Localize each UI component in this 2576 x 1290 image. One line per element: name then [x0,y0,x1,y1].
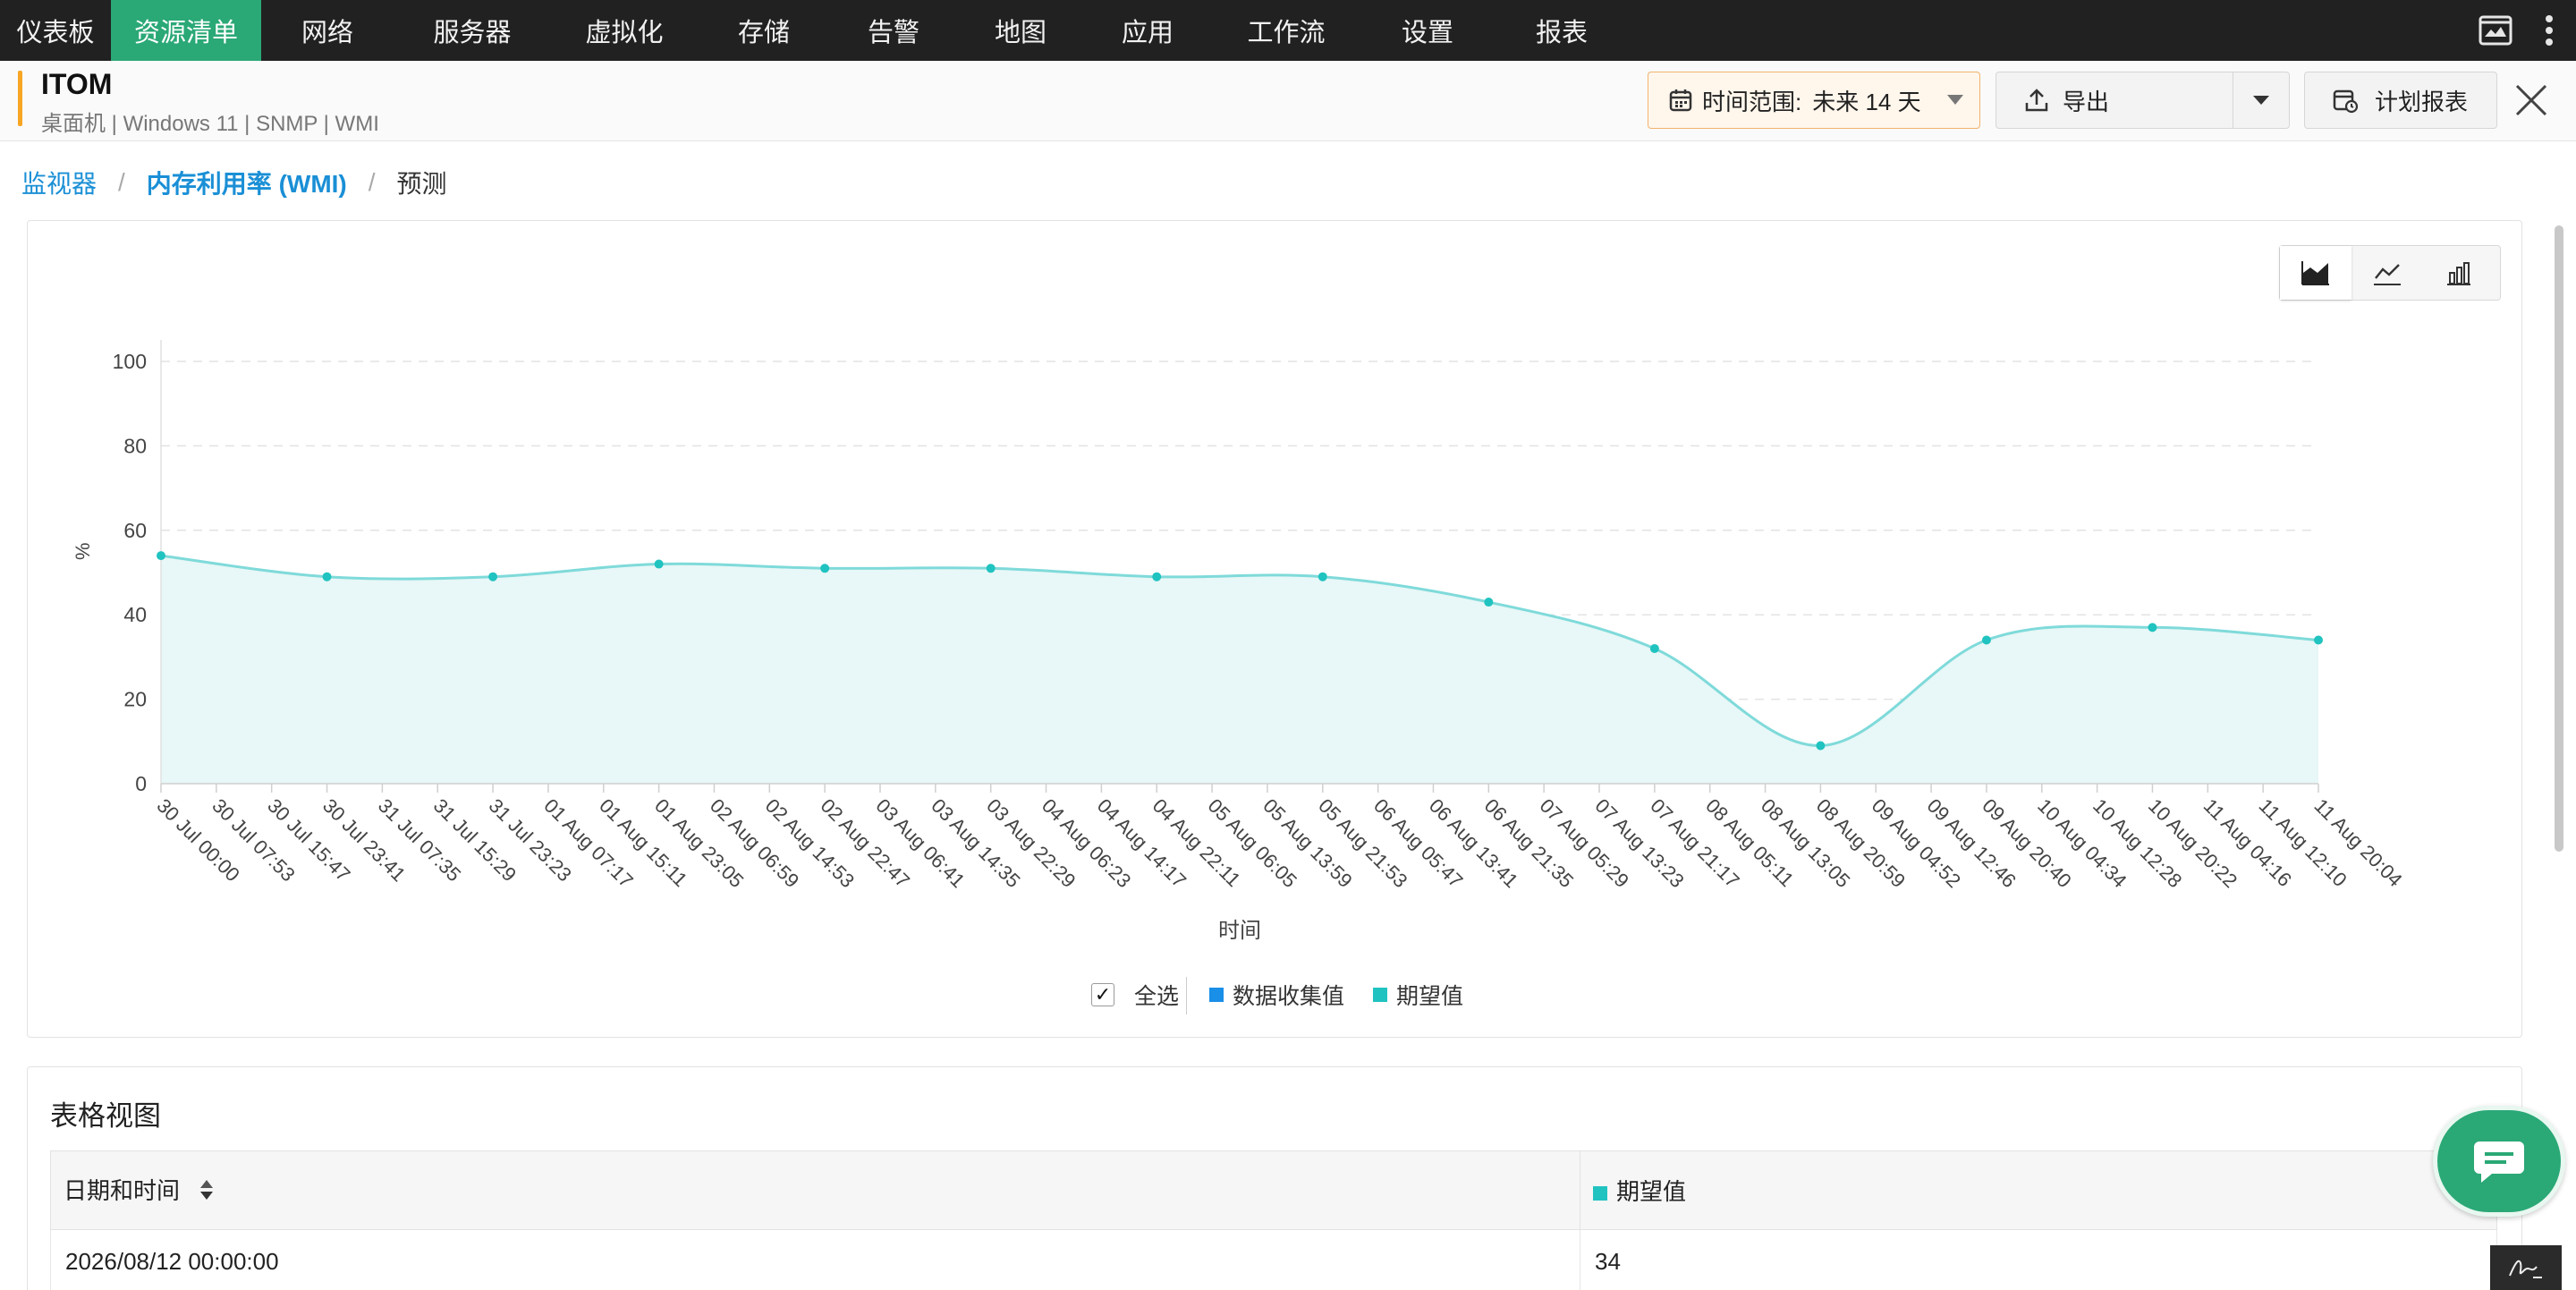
y-tick-label: 0 [135,772,147,795]
chat-icon [2474,1141,2524,1183]
y-tick-label: 100 [113,350,147,373]
data-point[interactable] [1152,572,1162,581]
data-point[interactable] [2148,623,2157,632]
select-all-label: 全选 [1134,984,1180,1009]
legend-swatch [1373,988,1388,1002]
legend-label: 数据收集值 [1233,984,1345,1009]
data-point[interactable] [1816,741,1826,751]
signature-icon[interactable] [2490,1245,2562,1290]
line-chart-icon[interactable] [2351,246,2423,300]
data-point[interactable] [1981,635,1991,645]
data-point[interactable] [322,572,332,581]
column-header-value[interactable]: 期望值 [1580,1150,2497,1230]
table-row: 2026/08/12 00:00:00 34 [50,1229,2497,1290]
sort-icon[interactable] [199,1178,215,1208]
scrollbar-thumb[interactable] [2555,225,2563,852]
y-tick-label: 20 [123,688,147,711]
cell-value: 34 [1580,1229,2497,1290]
data-point[interactable] [986,564,996,573]
data-point[interactable] [820,564,830,573]
y-tick-label: 80 [123,434,147,457]
legend-item-0[interactable]: 数据收集值 [1209,979,1344,1011]
legend-series: 数据收集值 期望值 [1209,979,1463,1011]
forecast-table: 日期和时间 期望值 2026/08/12 00:00:00 34 [50,1150,2497,1290]
column-value-label: 期望值 [1616,1178,1687,1205]
bar-chart-icon[interactable] [2423,246,2495,300]
table-view-title: 表格视图 [50,1100,161,1132]
y-tick-label: 60 [123,519,147,542]
data-point[interactable] [157,551,165,561]
legend-swatch [1209,988,1224,1002]
legend-select-all[interactable]: ✓ 全选 [1091,979,1179,1011]
chart-type-toggle [2279,245,2501,301]
legend-divider [1186,977,1187,1014]
y-tick-label: 40 [123,603,147,626]
chat-support-button[interactable] [2433,1106,2565,1217]
x-axis-label: 时间 [1218,919,1261,943]
cell-datetime: 2026/08/12 00:00:00 [50,1229,1580,1290]
select-all-checkbox[interactable]: ✓ [1091,983,1114,1006]
data-point[interactable] [1318,572,1327,581]
column-header-datetime[interactable]: 日期和时间 [50,1150,1580,1230]
legend-label: 期望值 [1396,984,1464,1009]
column-datetime-label: 日期和时间 [64,1177,181,1205]
data-point[interactable] [488,572,498,581]
data-point[interactable] [1649,643,1659,653]
table-header-row: 日期和时间 期望值 [50,1150,2497,1230]
y-axis-label: % [72,542,94,560]
data-point[interactable] [654,559,664,569]
series-color-swatch [1593,1186,1607,1201]
legend-item-1[interactable]: 期望值 [1373,979,1463,1011]
series-area [161,556,2318,784]
data-point[interactable] [1484,598,1494,607]
area-chart-icon[interactable] [2280,246,2351,300]
data-point[interactable] [2314,635,2323,645]
